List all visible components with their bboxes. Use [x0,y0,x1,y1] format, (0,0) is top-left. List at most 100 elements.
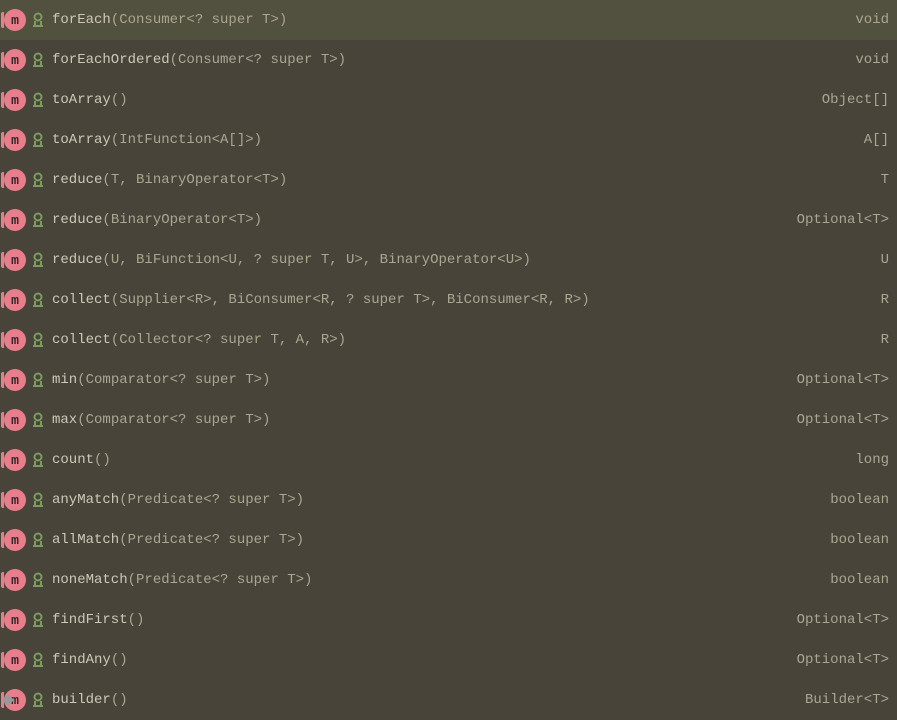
method-signature: reduce(U, BiFunction<U, ? super T, U>, B… [52,252,861,268]
method-icon: m [4,329,26,351]
method-icon: m [4,449,26,471]
completion-item[interactable]: mtoArray(IntFunction<A[]>)A[] [0,120,897,160]
method-icon: m [4,169,26,191]
return-type: void [835,12,889,28]
return-type: long [835,452,889,468]
method-params: (Consumer<? super T>) [170,52,346,68]
completion-item[interactable]: mnoneMatch(Predicate<? super T>)boolean [0,560,897,600]
completion-item[interactable]: mtoArray()Object[] [0,80,897,120]
return-type: Optional<T> [777,652,889,668]
completion-item[interactable]: mreduce(BinaryOperator<T>)Optional<T> [0,200,897,240]
method-name: findFirst [52,612,128,628]
abstract-icon [30,332,46,348]
method-params: () [94,452,111,468]
method-icon: m [4,49,26,71]
completion-item[interactable]: mallMatch(Predicate<? super T>)boolean [0,520,897,560]
method-name: forEachOrdered [52,52,170,68]
method-params: () [128,612,145,628]
abstract-icon [30,372,46,388]
method-signature: reduce(T, BinaryOperator<T>) [52,172,861,188]
method-params: (Predicate<? super T>) [119,532,304,548]
method-name: toArray [52,132,111,148]
method-name: builder [52,692,111,708]
completion-item[interactable]: m findAny()Optional<T> [0,640,897,680]
completion-item[interactable]: mforEach(Consumer<? super T>)void [0,0,897,40]
method-params: (U, BiFunction<U, ? super T, U>, BinaryO… [102,252,530,268]
method-name: reduce [52,212,102,228]
method-params: (Collector<? super T, A, R>) [111,332,346,348]
return-type: Optional<T> [777,212,889,228]
method-params: (BinaryOperator<T>) [102,212,262,228]
abstract-icon [30,692,46,708]
abstract-icon [30,532,46,548]
abstract-icon [30,612,46,628]
return-type: Optional<T> [777,372,889,388]
abstract-icon [30,132,46,148]
abstract-icon [30,492,46,508]
method-icon: m [4,369,26,391]
method-params: (Predicate<? super T>) [128,572,313,588]
abstract-icon [30,252,46,268]
method-params: (Comparator<? super T>) [77,412,270,428]
method-name: noneMatch [52,572,128,588]
method-name: toArray [52,92,111,108]
return-type: boolean [810,492,889,508]
method-icon: m [4,289,26,311]
method-name: collect [52,292,111,308]
method-icon: m [4,489,26,511]
abstract-icon [30,92,46,108]
abstract-icon [30,292,46,308]
completion-item[interactable]: m collect(Collector<? super T, A, R>)R [0,320,897,360]
method-name: reduce [52,252,102,268]
method-signature: collect(Collector<? super T, A, R>) [52,332,861,348]
return-type: U [861,252,889,268]
completion-item[interactable]: mreduce(T, BinaryOperator<T>)T [0,160,897,200]
method-signature: findFirst() [52,612,777,628]
method-name: findAny [52,652,111,668]
return-type: R [861,332,889,348]
method-icon: m [4,409,26,431]
completion-item[interactable]: mmax(Comparator<? super T>)Optional<T> [0,400,897,440]
method-icon: m [4,129,26,151]
method-params: (Supplier<R>, BiConsumer<R, ? super T>, … [111,292,590,308]
method-signature: allMatch(Predicate<? super T>) [52,532,810,548]
method-params: (Consumer<? super T>) [111,12,287,28]
completion-item[interactable]: mfindFirst()Optional<T> [0,600,897,640]
completion-list: mforEach(Consumer<? super T>)voidmforEac… [0,0,897,720]
method-params: (T, BinaryOperator<T>) [102,172,287,188]
method-signature: builder() [52,692,785,708]
method-signature: forEachOrdered(Consumer<? super T>) [52,52,835,68]
abstract-icon [30,12,46,28]
completion-item[interactable]: m count()long [0,440,897,480]
return-type: boolean [810,572,889,588]
method-signature: noneMatch(Predicate<? super T>) [52,572,810,588]
abstract-icon [30,572,46,588]
completion-item[interactable]: mforEachOrdered(Consumer<? super T>)void [0,40,897,80]
abstract-icon [30,652,46,668]
return-type: void [835,52,889,68]
completion-item[interactable]: manyMatch(Predicate<? super T>)boolean [0,480,897,520]
completion-item[interactable]: mbuilder()Builder<T> [0,680,897,720]
method-icon: m [4,89,26,111]
method-signature: count() [52,452,835,468]
return-type: R [861,292,889,308]
completion-item[interactable]: m collect(Supplier<R>, BiConsumer<R, ? su… [0,280,897,320]
method-params: (IntFunction<A[]>) [111,132,262,148]
completion-item[interactable]: m reduce(U, BiFunction<U, ? super T, U>, … [0,240,897,280]
method-signature: toArray() [52,92,802,108]
return-type: Optional<T> [777,612,889,628]
method-params: (Predicate<? super T>) [119,492,304,508]
return-type: A[] [844,132,889,148]
method-name: allMatch [52,532,119,548]
method-signature: toArray(IntFunction<A[]>) [52,132,844,148]
completion-item[interactable]: mmin(Comparator<? super T>)Optional<T> [0,360,897,400]
method-icon: m [4,249,26,271]
method-signature: reduce(BinaryOperator<T>) [52,212,777,228]
abstract-icon [30,452,46,468]
method-signature: findAny() [52,652,777,668]
method-icon: m [4,649,26,671]
return-type: Builder<T> [785,692,889,708]
method-params: () [111,92,128,108]
method-name: min [52,372,77,388]
method-name: max [52,412,77,428]
